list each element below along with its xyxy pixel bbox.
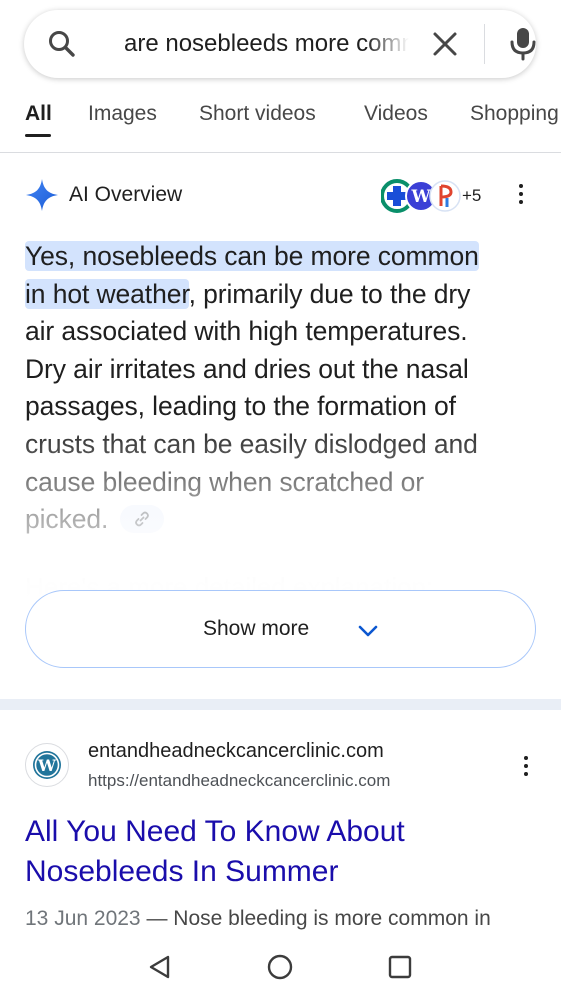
result-date: 13 Jun 2023 [25, 907, 141, 930]
sources-more-count[interactable]: +5 [462, 186, 481, 206]
search-input[interactable]: are nosebleeds more common in hot weathe… [124, 30, 409, 58]
result-site-name[interactable]: entandheadneckcancerclinic.com [88, 740, 384, 763]
microphone-icon[interactable] [506, 26, 540, 62]
tab-videos[interactable]: Videos [364, 102, 428, 126]
system-navigation-bar [0, 940, 561, 1000]
search-tabs: All Images Short videos Videos Shopping [0, 96, 561, 152]
section-divider [0, 699, 561, 710]
close-icon[interactable] [429, 28, 461, 60]
tab-shopping[interactable]: Shopping [470, 102, 559, 126]
answer-text: , primarily due to the dry [188, 278, 471, 309]
tab-all[interactable]: All [25, 102, 52, 126]
chevron-down-icon [358, 625, 378, 637]
answer-line: picked. [25, 504, 109, 535]
back-icon[interactable] [146, 953, 174, 981]
result-title-link[interactable]: All You Need To Know About Nosebleeds In… [25, 812, 505, 892]
answer-line: passages, leading to the formation of [25, 391, 456, 422]
answer-line: crusts that can be easily dislodged and [25, 428, 478, 459]
result-url[interactable]: https://entandheadneckcancerclinic.com [88, 771, 390, 791]
search-divider [484, 24, 485, 64]
highlighted-answer: Yes, nosebleeds can be more common [25, 241, 479, 271]
recent-apps-icon[interactable] [386, 953, 414, 981]
active-tab-indicator [25, 134, 51, 137]
result-snippet-text: — Nose bleeding is more common in [140, 907, 491, 930]
ai-overview-menu-icon[interactable] [517, 184, 525, 208]
highlighted-answer-cont: in hot weather [25, 278, 189, 309]
ai-overview-text: Yes, nosebleeds can be more common in ho… [25, 238, 535, 539]
source-link-chip[interactable] [119, 505, 164, 534]
sparkle-icon [26, 179, 58, 211]
show-more-label: Show more [203, 617, 310, 640]
result-snippet: 13 Jun 2023 — Nose bleeding is more comm… [25, 907, 491, 931]
answer-line: air associated with high temperatures. [25, 316, 468, 347]
site-favicon[interactable]: W [25, 743, 69, 787]
search-icon[interactable] [46, 28, 78, 60]
home-icon[interactable] [266, 953, 294, 981]
wordpress-icon: W [33, 751, 61, 779]
ai-overview-title: AI Overview [69, 183, 183, 206]
tab-images[interactable]: Images [88, 102, 157, 126]
answer-line: Dry air irritates and dries out the nasa… [25, 353, 469, 384]
source-icons[interactable]: W [381, 178, 461, 214]
svg-text:W: W [37, 756, 57, 775]
search-bar[interactable]: are nosebleeds more common in hot weathe… [24, 10, 536, 78]
link-icon [134, 511, 149, 527]
show-more-button[interactable]: Show more [25, 590, 536, 668]
result-menu-icon[interactable] [522, 756, 530, 780]
tabs-divider [0, 152, 561, 153]
answer-line: cause bleeding when scratched or [25, 466, 424, 497]
tab-short-videos[interactable]: Short videos [199, 102, 316, 126]
svg-text:W: W [410, 187, 431, 207]
